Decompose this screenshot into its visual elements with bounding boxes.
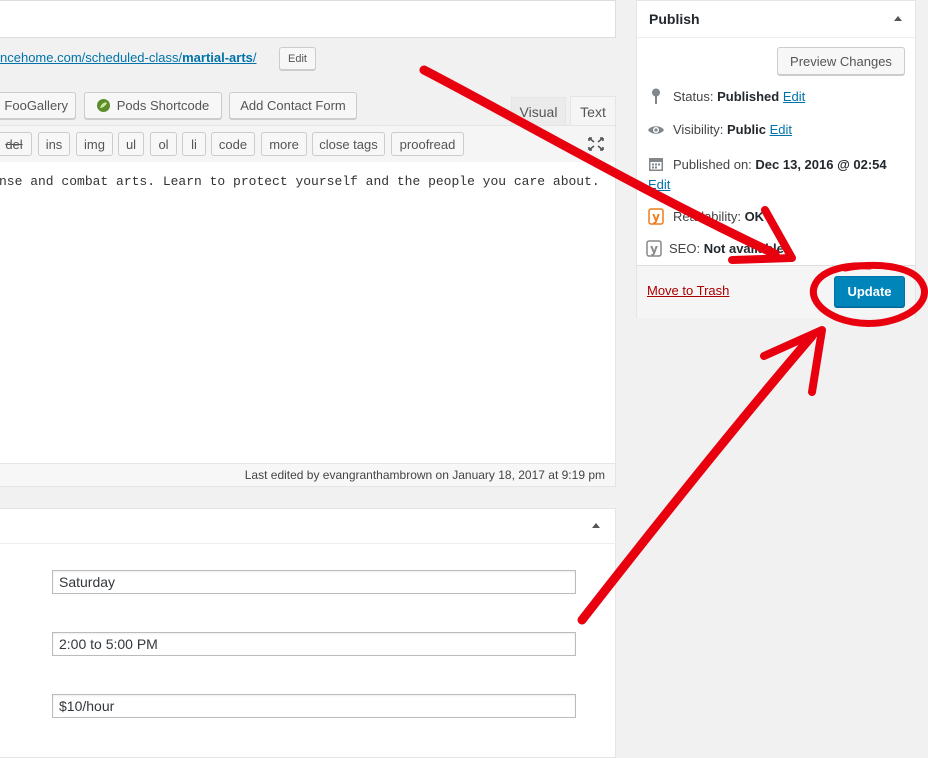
annotation-arrow-bottom: [577, 331, 817, 625]
annotation-arrow-top: [419, 65, 780, 259]
annotation-circle: [809, 262, 928, 327]
annotation-overlay: [419, 65, 928, 625]
